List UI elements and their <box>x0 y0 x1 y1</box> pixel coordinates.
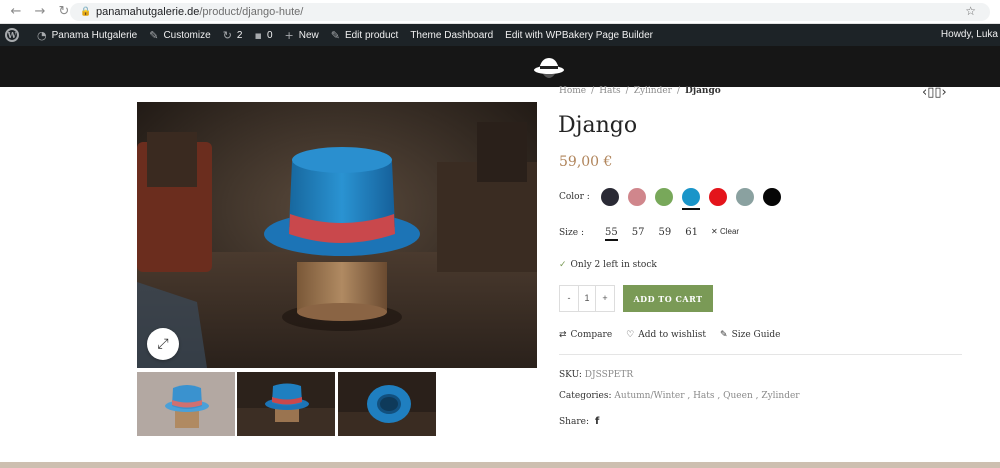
admin-comments[interactable]: ▪ 0 <box>254 29 272 42</box>
breadcrumb-current: Django <box>685 86 721 96</box>
size-option[interactable]: 59 <box>658 227 671 241</box>
size-label: Size : <box>559 228 585 238</box>
dashboard-icon: ◔ <box>37 28 47 42</box>
lock-icon: 🔒 <box>80 7 92 17</box>
close-icon: ✕ <box>711 227 718 236</box>
zoom-expand-icon[interactable]: ⤢ <box>147 328 179 360</box>
color-swatch[interactable] <box>655 188 673 206</box>
thumbnail-image <box>137 372 235 436</box>
categories-row: Categories: Autumn/Winter , Hats , Queen… <box>559 391 800 401</box>
shuffle-icon: ⇄ <box>559 330 567 340</box>
admin-wpbakery[interactable]: Edit with WPBakery Page Builder <box>505 30 653 41</box>
bookmark-star-icon[interactable]: ☆ <box>965 4 976 18</box>
hat-photo <box>137 102 537 368</box>
categories-value[interactable]: Autumn/Winter , Hats , Queen , Zylinder <box>614 391 799 401</box>
stock-status: ✓ Only 2 left in stock <box>559 260 657 270</box>
size-options: 55 57 59 61 <box>605 227 698 241</box>
color-swatch[interactable] <box>763 188 781 206</box>
admin-site-name[interactable]: ◔ Panama Hutgalerie <box>37 29 137 42</box>
site-logo[interactable] <box>532 50 566 84</box>
size-guide-button[interactable]: ✎ Size Guide <box>720 330 780 340</box>
forward-icon[interactable]: → <box>32 4 48 20</box>
breadcrumb-item-hats[interactable]: Hats <box>599 86 620 96</box>
color-swatch[interactable] <box>682 188 700 210</box>
admin-theme-dashboard[interactable]: Theme Dashboard <box>410 30 493 41</box>
quantity-plus-button[interactable]: + <box>596 286 614 311</box>
size-option[interactable]: 61 <box>685 227 698 241</box>
add-to-cart-button[interactable]: ADD TO CART <box>623 285 713 312</box>
color-swatch[interactable] <box>628 188 646 206</box>
breadcrumb-separator: / <box>625 86 629 96</box>
back-icon[interactable]: ← <box>8 4 24 20</box>
admin-edit-product[interactable]: ✎ Edit product <box>331 29 399 42</box>
updates-icon: ↻ <box>222 28 232 42</box>
share-row: Share: f <box>559 416 600 427</box>
url-path: /product/django-hute/ <box>199 6 304 18</box>
address-bar[interactable]: 🔒 panamahutgalerie.de/product/django-hut… <box>70 3 990 21</box>
site-header <box>0 46 1000 87</box>
plus-icon: + <box>284 28 294 42</box>
breadcrumb-separator: / <box>676 86 681 96</box>
sku-row: SKU: DJSSPETR <box>559 370 634 380</box>
comment-icon: ▪ <box>254 28 262 42</box>
admin-howdy[interactable]: Howdy, Luka <box>941 24 1000 46</box>
browser-toolbar: ← → ↻ 🔒 panamahutgalerie.de/product/djan… <box>0 0 1000 24</box>
product-navigation-icon[interactable]: ‹▯▯› <box>922 85 947 100</box>
facebook-icon[interactable]: f <box>595 416 599 427</box>
size-option[interactable]: 57 <box>632 227 645 241</box>
admin-updates[interactable]: ↻ 2 <box>223 29 243 42</box>
product-title: Django <box>558 113 638 138</box>
wordpress-logo-icon[interactable]: W <box>5 28 19 42</box>
breadcrumb-item-zylinder[interactable]: Zylinder <box>634 86 672 96</box>
brush-icon: ✎ <box>149 28 159 42</box>
product-price: 59,00 € <box>559 154 613 170</box>
wishlist-button[interactable]: ♡ Add to wishlist <box>626 330 706 340</box>
product-thumbnail-2[interactable] <box>237 372 335 436</box>
color-swatch[interactable] <box>601 188 619 206</box>
quantity-minus-button[interactable]: - <box>560 286 578 311</box>
color-swatch[interactable] <box>736 188 754 206</box>
footer-strip <box>0 462 1000 468</box>
thumbnail-image <box>237 372 335 436</box>
sku-value: DJSSPETR <box>584 370 634 380</box>
clear-selection-button[interactable]: ✕ Clear <box>711 227 739 236</box>
product-thumbnail-3[interactable] <box>338 372 436 436</box>
color-swatch[interactable] <box>709 188 727 206</box>
check-icon: ✓ <box>559 260 567 270</box>
breadcrumb-item-home[interactable]: Home <box>559 86 586 96</box>
admin-customize[interactable]: ✎ Customize <box>149 29 210 42</box>
thumbnail-image <box>338 372 436 436</box>
breadcrumb-separator: / <box>591 86 595 96</box>
ruler-icon: ✎ <box>720 330 728 340</box>
heart-icon: ♡ <box>626 330 635 340</box>
wp-admin-bar: W ◔ Panama Hutgalerie ✎ Customize ↻ 2 ▪ 0 + N… <box>0 24 1000 46</box>
product-actions: ⇄ Compare ♡ Add to wishlist ✎ Size Guide <box>559 330 781 340</box>
quantity-input[interactable]: 1 <box>578 286 596 311</box>
color-label: Color : <box>559 192 590 202</box>
compare-button[interactable]: ⇄ Compare <box>559 330 612 340</box>
color-swatches <box>601 188 781 210</box>
quantity-stepper: - 1 + <box>559 285 615 312</box>
breadcrumb: Home / Hats / Zylinder / Django <box>559 86 721 96</box>
pencil-icon: ✎ <box>330 28 340 42</box>
size-option[interactable]: 55 <box>605 227 618 241</box>
url-host: panamahutgalerie.de <box>96 6 200 18</box>
product-thumbnail-1[interactable] <box>137 372 235 436</box>
divider <box>559 354 962 355</box>
admin-new[interactable]: + New <box>285 29 319 42</box>
product-main-image[interactable]: ⤢ <box>137 102 537 368</box>
